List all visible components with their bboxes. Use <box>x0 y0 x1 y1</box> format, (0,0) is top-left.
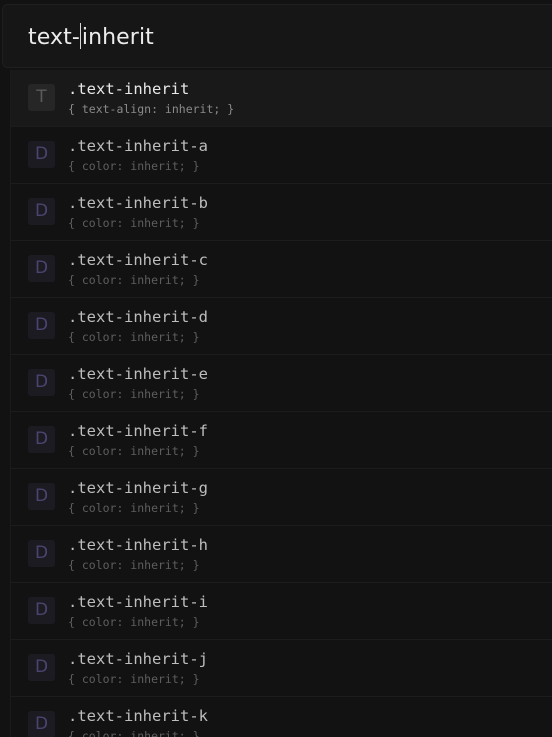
type-badge-icon: D <box>28 141 55 168</box>
class-name: .text-inherit-b <box>68 194 208 212</box>
list-item[interactable]: T .text-inherit { text-align: inherit; } <box>11 70 552 127</box>
class-name: .text-inherit-i <box>68 593 208 611</box>
class-name: .text-inherit-d <box>68 308 208 326</box>
class-declaration: { color: inherit; } <box>68 501 200 515</box>
list-item[interactable]: D .text-inherit-k { color: inherit; } <box>11 697 552 737</box>
list-item[interactable]: D .text-inherit-e { color: inherit; } <box>11 355 552 412</box>
results-list: T .text-inherit { text-align: inherit; } D.… <box>10 70 552 737</box>
class-declaration: { color: inherit; } <box>68 273 200 287</box>
type-badge-icon: D <box>28 711 55 737</box>
list-item[interactable]: D .text-inherit-c { color: inherit; } <box>11 241 552 298</box>
class-declaration: { color: inherit; } <box>68 387 200 401</box>
class-name: .text-inherit-e <box>68 365 208 383</box>
class-name: .text-inherit-c <box>68 251 208 269</box>
autocomplete-panel: text-inherit T .text-inherit { text-align:… <box>0 0 552 737</box>
type-badge-icon: D <box>28 369 55 396</box>
class-name: .text-inherit-f <box>68 422 208 440</box>
list-item[interactable]: D .text-inherit-b { color: inherit; } <box>11 184 552 241</box>
type-badge-icon: D <box>28 312 55 339</box>
type-badge-icon: D <box>28 540 55 567</box>
search-query-after-caret: inherit <box>81 25 154 50</box>
list-item[interactable]: D .text-inherit-f { color: inherit; } <box>11 412 552 469</box>
class-declaration: { color: inherit; } <box>68 615 200 629</box>
type-badge-icon: D <box>28 255 55 282</box>
list-item[interactable]: D .text-inherit-i { color: inherit; } <box>11 583 552 640</box>
type-badge-icon: D <box>28 198 55 225</box>
class-name: .text-inherit <box>68 80 190 98</box>
type-badge-icon: D <box>28 654 55 681</box>
type-badge-icon: D <box>28 426 55 453</box>
class-declaration: { color: inherit; } <box>68 729 200 737</box>
list-item[interactable]: D .text-inherit-j { color: inherit; } <box>11 640 552 697</box>
class-name: .text-inherit-k <box>68 707 208 725</box>
class-declaration: { color: inherit; } <box>68 558 200 572</box>
class-name: .text-inherit-h <box>68 536 208 554</box>
class-name: .text-inherit-a <box>68 137 208 155</box>
class-declaration: { color: inherit; } <box>68 444 200 458</box>
search-query-before-caret: text- <box>28 25 80 50</box>
list-item[interactable]: D .text-inherit-h { color: inherit; } <box>11 526 552 583</box>
type-badge-icon: T <box>28 84 55 111</box>
type-badge-icon: D <box>28 483 55 510</box>
list-item[interactable]: D .text-inherit-g { color: inherit; } <box>11 469 552 526</box>
list-item[interactable]: D .text-inherit-d { color: inherit; } <box>11 298 552 355</box>
search-query: text-inherit <box>28 23 154 52</box>
class-name: .text-inherit-j <box>68 650 208 668</box>
class-name: .text-inherit-g <box>68 479 208 497</box>
class-declaration: { color: inherit; } <box>68 672 200 686</box>
class-declaration: { color: inherit; } <box>68 159 200 173</box>
class-declaration: { color: inherit; } <box>68 330 200 344</box>
class-declaration: { color: inherit; } <box>68 216 200 230</box>
search-input[interactable]: text-inherit <box>2 4 552 68</box>
list-item[interactable]: D .text-inherit-a { color: inherit; } <box>11 127 552 184</box>
class-declaration: { text-align: inherit; } <box>68 102 235 116</box>
type-badge-icon: D <box>28 597 55 624</box>
